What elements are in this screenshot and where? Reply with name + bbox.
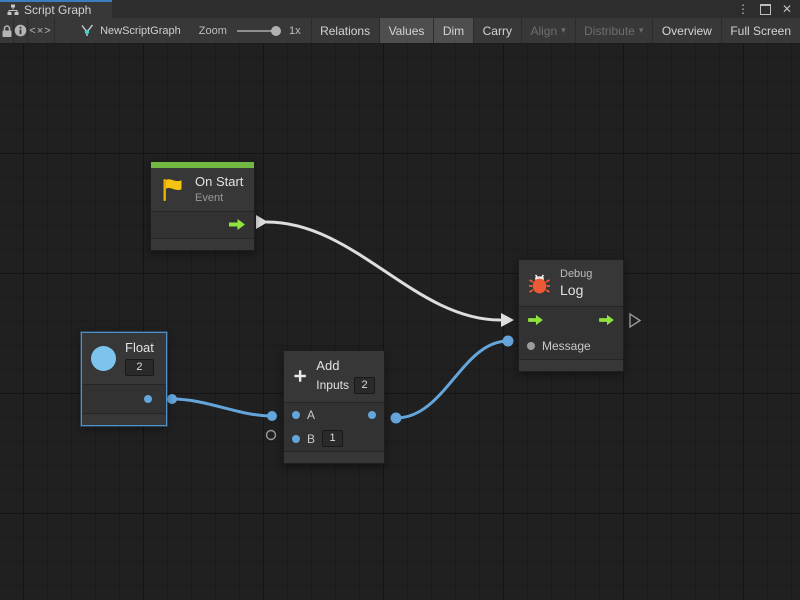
zoom-slider[interactable] [237,30,277,32]
graph-toolbar: <×> NewScriptGraph Zoom 1x Relations Val… [0,18,800,44]
bug-icon [528,271,551,295]
wire-float-to-add[interactable] [172,399,272,416]
relations-button[interactable]: Relations [311,18,379,43]
lock-button[interactable] [0,18,13,43]
zoom-slider-handle[interactable] [271,26,281,36]
node-on-start[interactable]: On Start Event [150,161,255,251]
input-a-port-dot[interactable] [292,411,300,419]
port-row-a: A [284,403,384,427]
flow-port-row [519,307,623,333]
input-b-port-dot[interactable] [292,435,300,443]
values-button[interactable]: Values [380,18,434,43]
port-a-label: A [307,408,315,422]
window-menu-icon[interactable]: ⋮ [737,3,749,15]
flag-icon [160,176,186,203]
button-label: Distribute [584,24,635,38]
node-subtitle: Event [195,192,243,204]
title-bar: Script Graph ⋮ ✕ [0,0,800,18]
flow-input-arrow-icon[interactable] [527,314,544,326]
inputs-count-field[interactable]: 2 [354,377,375,394]
overview-button[interactable]: Overview [653,18,721,43]
inputs-label: Inputs [316,379,349,393]
button-label: Overview [662,24,712,38]
node-title: Log [560,282,592,298]
value-port-dot [144,395,152,403]
fullscreen-button[interactable]: Full Screen [721,18,800,43]
node-title: Add [316,359,375,374]
angle-brackets-icon: <×> [29,25,51,37]
unconnected-flow-triangle[interactable] [630,314,640,327]
node-footer [519,360,623,371]
button-label: Relations [320,24,370,38]
float-output-port[interactable] [82,385,166,413]
chevron-down-icon: ▾ [639,25,644,36]
tab-script-graph[interactable]: Script Graph [0,0,112,18]
node-header: Float 2 [82,333,166,384]
graph-breadcrumb[interactable]: NewScriptGraph [80,18,181,43]
unit-options-button[interactable]: <×> [28,18,54,43]
node-header: Debug Log [519,260,623,306]
button-label: Full Screen [730,24,791,38]
dim-button[interactable]: Dim [434,18,473,43]
button-label: Align [530,24,557,38]
node-footer [284,452,384,463]
plus-icon [293,363,307,389]
unconnected-port-circle[interactable] [267,431,276,440]
button-label: Values [389,24,425,38]
node-header: Add Inputs 2 [284,351,384,402]
flow-arrow-icon [228,218,246,231]
close-icon[interactable]: ✕ [782,3,792,15]
port-b-label: B [307,432,315,446]
tab-label: Script Graph [24,3,91,17]
float-value-field[interactable]: 2 [125,359,154,376]
sum-output-port-dot[interactable] [368,411,376,419]
lock-icon [1,24,13,38]
b-value-field[interactable]: 1 [322,430,343,447]
graph-icon [80,24,94,37]
wire-end-arrow [501,313,514,327]
node-footer [82,414,166,425]
node-title: On Start [195,175,243,190]
message-port-row: Message [519,333,623,359]
node-header: On Start Event [151,168,254,211]
button-label: Carry [483,24,512,38]
node-footer [151,239,254,250]
button-label: Dim [443,24,464,38]
info-button[interactable] [14,18,28,43]
zoom-label: Zoom [199,25,227,37]
window-controls: ⋮ ✕ [737,0,800,18]
align-dropdown[interactable]: Align ▾ [521,18,574,43]
node-float[interactable]: Float 2 [81,332,167,426]
chevron-down-icon: ▾ [561,25,566,36]
graph-name-label: NewScriptGraph [100,25,181,37]
hierarchy-icon [7,4,19,16]
wire-layer [0,44,800,600]
port-row-b: B 1 [284,427,384,451]
distribute-dropdown[interactable]: Distribute ▾ [575,18,652,43]
zoom-value: 1x [289,25,301,37]
trigger-output-port[interactable] [151,212,254,238]
float-type-icon [91,346,116,371]
graph-canvas[interactable]: On Start Event Float 2 [0,44,800,600]
message-port-dot[interactable] [527,342,535,350]
info-icon [14,24,27,37]
node-category: Debug [560,268,592,280]
message-label: Message [542,339,591,353]
node-debug-log[interactable]: Debug Log Message [518,259,624,372]
maximize-icon[interactable] [760,4,771,15]
wire-onstart-to-log[interactable] [267,222,500,320]
node-title: Float [125,341,154,356]
node-add[interactable]: Add Inputs 2 A B 1 [283,350,385,464]
carry-button[interactable]: Carry [474,18,521,43]
flow-output-arrow-icon[interactable] [598,314,615,326]
wire-add-to-log[interactable] [396,341,508,418]
